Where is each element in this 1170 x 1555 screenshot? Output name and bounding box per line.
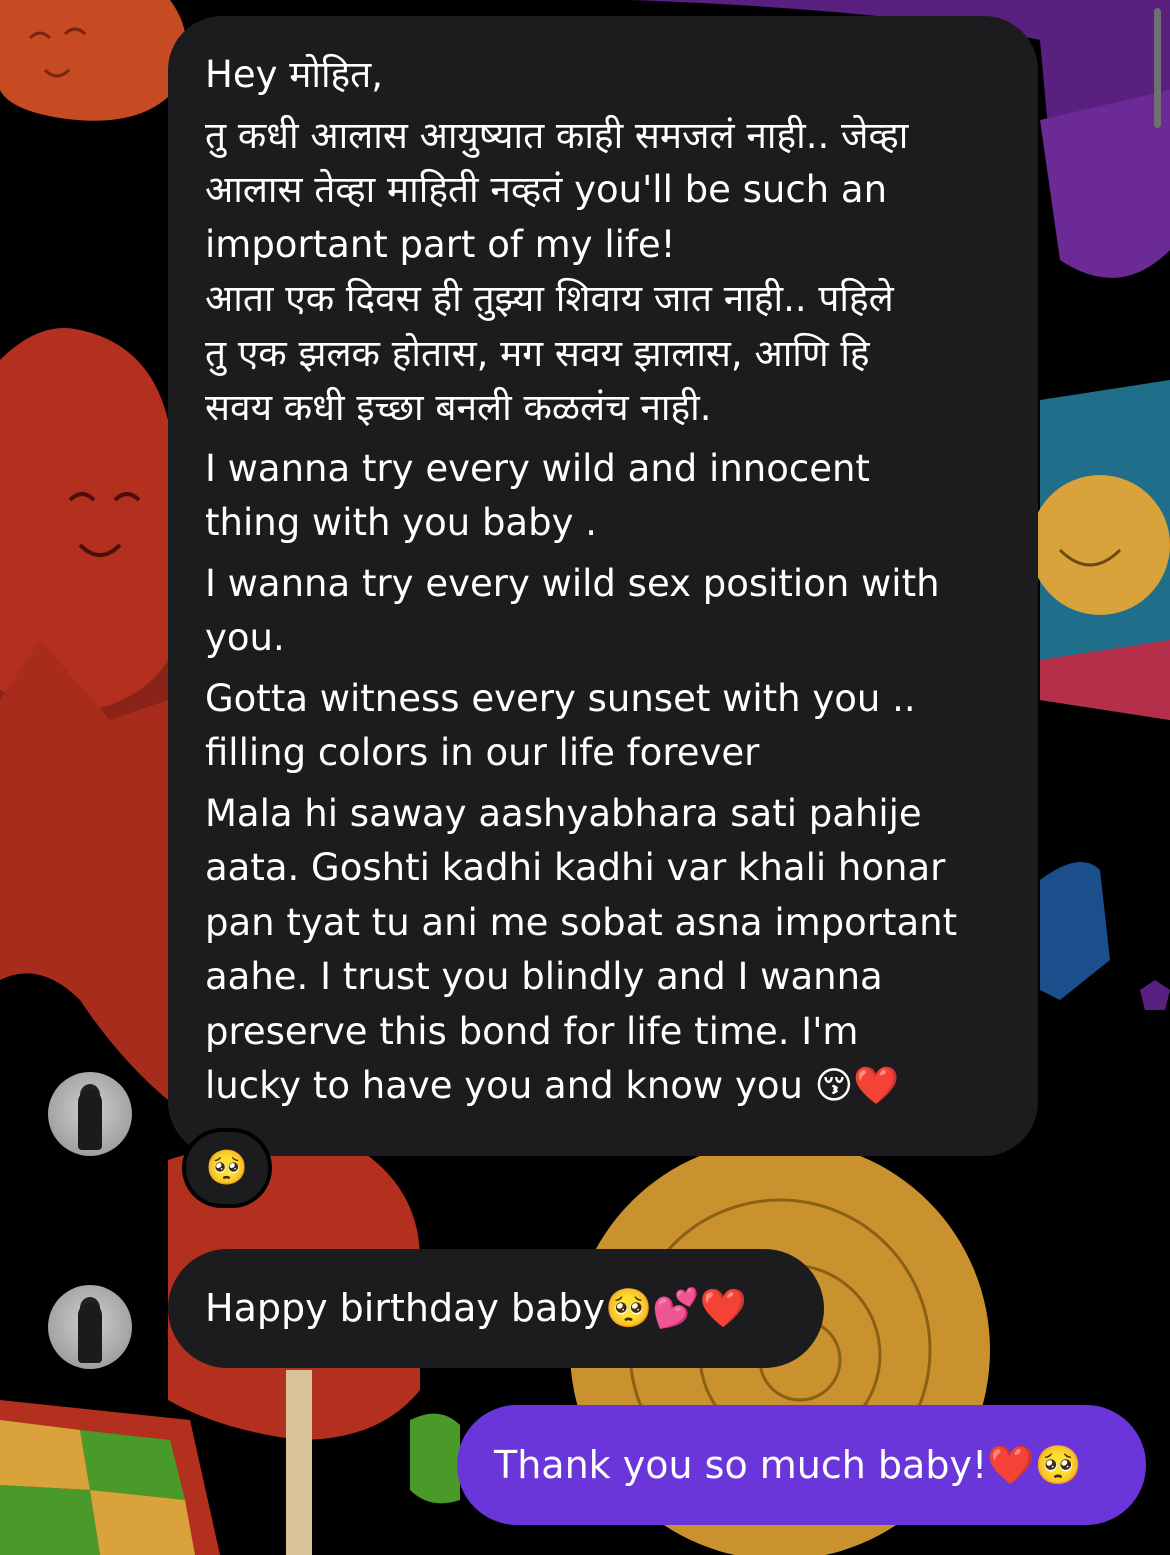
outgoing-message-bubble[interactable]: Thank you so much baby!❤️🥺	[457, 1405, 1146, 1525]
avatar-figure-shape	[78, 1303, 102, 1363]
scrollbar[interactable]	[1154, 8, 1161, 128]
avatar-figure-shape	[78, 1090, 102, 1150]
incoming-message-bubble[interactable]: Happy birthday baby🥺💕❤️	[168, 1249, 824, 1368]
avatar[interactable]	[48, 1285, 132, 1369]
message-paragraph: Hey मोहित,	[205, 53, 384, 96]
incoming-message-bubble[interactable]: Hey मोहित, तु कधी आलास आयुष्यात काही समज…	[168, 16, 1038, 1156]
red-strawberry-shape	[0, 328, 168, 713]
message-text: Happy birthday baby🥺💕❤️	[205, 1286, 747, 1330]
orange-blob-shape	[0, 0, 187, 121]
message-paragraph: तु कधी आलास आयुष्यात काही समजलं नाही.. ज…	[205, 113, 909, 430]
message-reaction[interactable]: 🥺	[182, 1128, 272, 1208]
message-paragraph: Gotta witness every sunset with you .. f…	[205, 676, 916, 775]
avatar[interactable]	[48, 1072, 132, 1156]
message-text: Thank you so much baby!❤️🥺	[494, 1442, 1082, 1487]
message-paragraph: I wanna try every wild and innocent thin…	[205, 446, 870, 545]
message-paragraph: Mala hi saway aashyabhara sati pahije aa…	[205, 791, 958, 1108]
message-paragraph: I wanna try every wild sex position with…	[205, 561, 940, 660]
